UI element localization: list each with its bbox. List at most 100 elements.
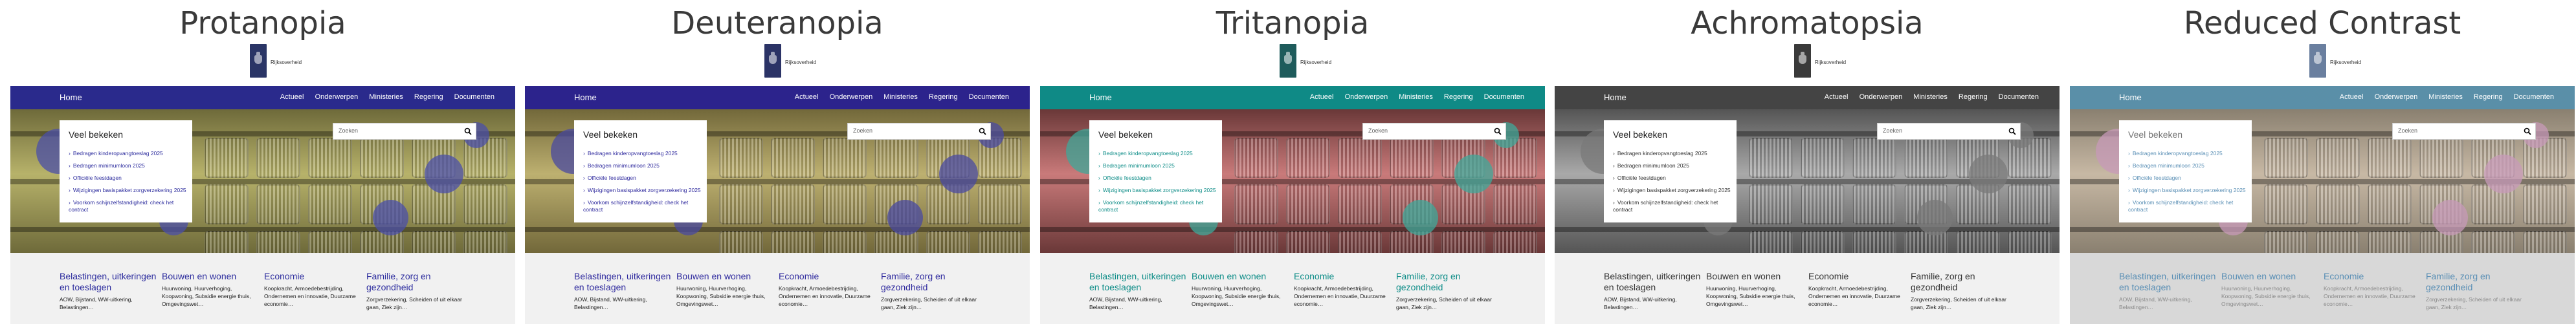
topic-title[interactable]: Familie, zorg en gezondheid [2426,271,2523,293]
search-button[interactable] [1490,124,1505,139]
nav-item[interactable]: Ministeries [883,93,918,101]
popular-link[interactable]: › Bedragen kinderopvangtoeslag 2025 [1613,147,1733,160]
nav-item[interactable]: Onderwerpen [315,93,359,101]
topic-column[interactable]: Bouwen en wonen Huurwoning, Huurverhogin… [1192,271,1289,308]
popular-link[interactable]: › Wijzigingen basispakket zorgverzekering… [1613,184,1733,197]
topic-column[interactable]: Economie Koopkracht, Armoedebestrijding,… [1294,271,1391,308]
popular-link[interactable]: › Bedragen minimumloon 2025 [2128,160,2248,172]
topic-title[interactable]: Familie, zorg en gezondheid [1911,271,2008,293]
nav-item[interactable]: Documenten [1999,93,2039,101]
search-input[interactable]: Zoeken [853,127,872,134]
topic-column[interactable]: Economie Koopkracht, Armoedebestrijding,… [264,271,361,308]
topic-column[interactable]: Belastingen, uitkeringen en toeslagen AO… [1604,271,1701,311]
nav-item[interactable]: Ministeries [1913,93,1948,101]
logo-icon[interactable] [2309,44,2326,78]
topic-title[interactable]: Economie [779,271,876,282]
nav-item[interactable]: Actueel [1310,93,1334,101]
nav-item[interactable]: Actueel [2340,93,2364,101]
search-input[interactable]: Zoeken [1368,127,1388,134]
topic-title[interactable]: Belastingen, uitkeringen en toeslagen [1604,271,1701,293]
popular-link[interactable]: › Wijzigingen basispakket zorgverzekering… [69,184,188,197]
topic-column[interactable]: Bouwen en wonen Huurwoning, Huurverhogin… [676,271,773,308]
nav-item[interactable]: Actueel [280,93,304,101]
topic-column[interactable]: Belastingen, uitkeringen en toeslagen AO… [574,271,671,311]
nav-item[interactable]: Onderwerpen [1345,93,1388,101]
nav-item[interactable]: Ministeries [2428,93,2463,101]
topic-title[interactable]: Bouwen en wonen [2221,271,2318,282]
topic-column[interactable]: Bouwen en wonen Huurwoning, Huurverhogin… [162,271,259,308]
popular-link[interactable]: › Wijzigingen basispakket zorgverzekering… [583,184,703,197]
nav-item[interactable]: Actueel [795,93,819,101]
logo-icon[interactable] [1280,44,1296,78]
logo-icon[interactable] [1794,44,1811,78]
topic-column[interactable]: Bouwen en wonen Huurwoning, Huurverhogin… [2221,271,2318,308]
topic-title[interactable]: Belastingen, uitkeringen en toeslagen [2119,271,2216,293]
nav-item[interactable]: Documenten [969,93,1009,101]
popular-link[interactable]: › Bedragen kinderopvangtoeslag 2025 [583,147,703,160]
search-box[interactable]: Zoeken [333,123,476,140]
search-input[interactable]: Zoeken [339,127,358,134]
popular-link[interactable]: › Wijzigingen basispakket zorgverzekering… [1098,184,1218,197]
search-button[interactable] [2520,124,2535,139]
topic-title[interactable]: Belastingen, uitkeringen en toeslagen [1089,271,1186,293]
nav-item[interactable]: Documenten [1484,93,1524,101]
popular-link[interactable]: › Voorkom schijnzelfstandigheid: check he… [69,199,188,213]
search-box[interactable]: Zoeken [1877,123,2021,140]
nav-item[interactable]: Ministeries [1399,93,1433,101]
nav-item[interactable]: Regering [929,93,958,101]
popular-link[interactable]: › Bedragen kinderopvangtoeslag 2025 [2128,147,2248,160]
topic-column[interactable]: Economie Koopkracht, Armoedebestrijding,… [1808,271,1905,308]
topic-column[interactable]: Familie, zorg en gezondheid Zorgverzeker… [2426,271,2523,311]
nav-item[interactable]: Actueel [1825,93,1849,101]
search-input[interactable]: Zoeken [1883,127,1902,134]
nav-item[interactable]: Onderwerpen [830,93,873,101]
search-box[interactable]: Zoeken [2392,123,2536,140]
nav-item[interactable]: Documenten [454,93,494,101]
topic-title[interactable]: Belastingen, uitkeringen en toeslagen [574,271,671,293]
search-button[interactable] [2004,124,2020,139]
topic-column[interactable]: Belastingen, uitkeringen en toeslagen AO… [60,271,157,311]
topic-column[interactable]: Economie Koopkracht, Armoedebestrijding,… [2324,271,2421,308]
popular-link[interactable]: › Voorkom schijnzelfstandigheid: check he… [1098,199,1218,213]
nav-home[interactable]: Home [574,92,597,102]
nav-item[interactable]: Ministeries [369,93,403,101]
topic-column[interactable]: Economie Koopkracht, Armoedebestrijding,… [779,271,876,308]
popular-link[interactable]: › Officiële feestdagen [1613,172,1733,184]
nav-item[interactable]: Documenten [2514,93,2554,101]
popular-link[interactable]: › Officiële feestdagen [1098,172,1218,184]
popular-link[interactable]: › Voorkom schijnzelfstandigheid: check he… [583,199,703,213]
topic-title[interactable]: Familie, zorg en gezondheid [1396,271,1493,293]
search-button[interactable] [975,124,990,139]
search-input[interactable]: Zoeken [2398,127,2417,134]
nav-home[interactable]: Home [1604,92,1627,102]
popular-link[interactable]: › Officiële feestdagen [69,172,188,184]
topic-title[interactable]: Economie [1808,271,1905,282]
search-box[interactable]: Zoeken [847,123,991,140]
nav-home[interactable]: Home [1089,92,1112,102]
nav-item[interactable]: Onderwerpen [1860,93,1903,101]
topic-title[interactable]: Economie [1294,271,1391,282]
topic-title[interactable]: Familie, zorg en gezondheid [366,271,463,293]
topic-column[interactable]: Familie, zorg en gezondheid Zorgverzeker… [1911,271,2008,311]
topic-title[interactable]: Belastingen, uitkeringen en toeslagen [60,271,157,293]
nav-item[interactable]: Onderwerpen [2375,93,2418,101]
topic-title[interactable]: Familie, zorg en gezondheid [881,271,978,293]
topic-title[interactable]: Economie [264,271,361,282]
popular-link[interactable]: › Bedragen kinderopvangtoeslag 2025 [69,147,188,160]
search-box[interactable]: Zoeken [1362,123,1506,140]
popular-link[interactable]: › Voorkom schijnzelfstandigheid: check he… [2128,199,2248,213]
topic-title[interactable]: Bouwen en wonen [1706,271,1803,282]
popular-link[interactable]: › Officiële feestdagen [2128,172,2248,184]
nav-item[interactable]: Regering [1444,93,1473,101]
topic-title[interactable]: Bouwen en wonen [676,271,773,282]
search-button[interactable] [460,124,476,139]
popular-link[interactable]: › Bedragen minimumloon 2025 [69,160,188,172]
logo-icon[interactable] [764,44,781,78]
logo-icon[interactable] [250,44,267,78]
nav-item[interactable]: Regering [1959,93,1988,101]
topic-column[interactable]: Familie, zorg en gezondheid Zorgverzeker… [366,271,463,311]
topic-column[interactable]: Familie, zorg en gezondheid Zorgverzeker… [881,271,978,311]
topic-column[interactable]: Belastingen, uitkeringen en toeslagen AO… [1089,271,1186,311]
popular-link[interactable]: › Wijzigingen basispakket zorgverzekering… [2128,184,2248,197]
popular-link[interactable]: › Voorkom schijnzelfstandigheid: check he… [1613,199,1733,213]
